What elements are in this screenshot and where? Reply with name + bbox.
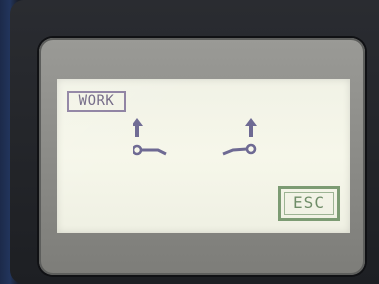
esc-button[interactable]: ESC [278,186,340,221]
lcd-screen: WORK ESC [57,79,350,233]
device-photo: WORK ESC [0,0,379,284]
switch-up-right-icon [222,118,257,156]
mode-badge: WORK [67,91,126,112]
switch-up-left-icon [133,118,167,156]
